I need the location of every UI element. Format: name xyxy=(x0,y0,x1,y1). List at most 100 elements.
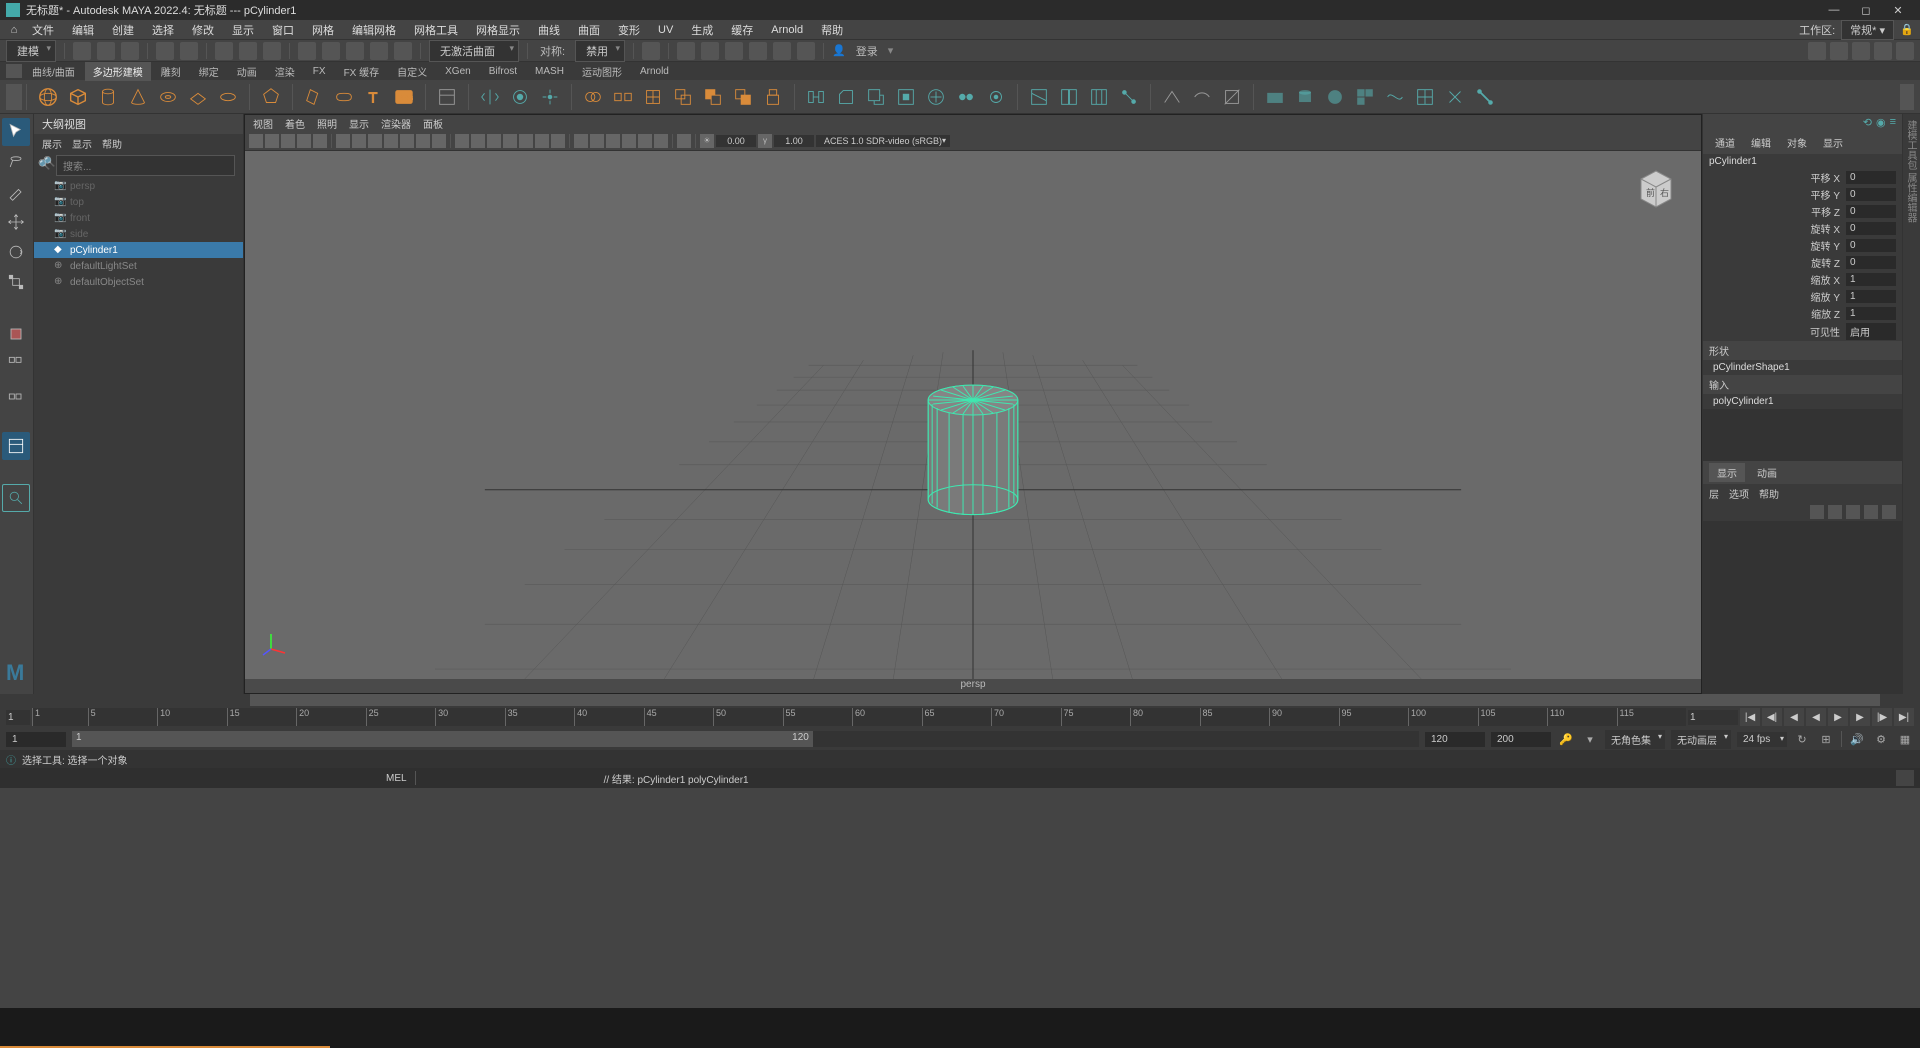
menu-help[interactable]: 帮助 xyxy=(813,20,851,40)
ipr-icon[interactable] xyxy=(701,42,719,60)
cb-tab-channels[interactable]: 通道 xyxy=(1709,133,1741,152)
uv-cylinder-icon[interactable] xyxy=(1292,84,1318,110)
outliner-item-side[interactable]: 📷side xyxy=(34,226,243,242)
range-loop-icon[interactable]: ↻ xyxy=(1793,730,1811,748)
quad-draw-icon[interactable] xyxy=(1219,84,1245,110)
vp-select-camera-icon[interactable] xyxy=(249,134,263,148)
range-track[interactable]: 1 120 xyxy=(72,731,1419,747)
poly-disc-icon[interactable] xyxy=(215,84,241,110)
shelf-editor-icon[interactable] xyxy=(6,84,22,110)
extrude-icon[interactable] xyxy=(760,84,786,110)
paint-select-icon[interactable] xyxy=(263,42,281,60)
vp-image-plane-icon[interactable] xyxy=(297,134,311,148)
light-editor-icon[interactable] xyxy=(773,42,791,60)
vp-wireframe-icon[interactable] xyxy=(455,134,469,148)
symmetry-dropdown[interactable]: 禁用 xyxy=(575,40,625,62)
vp-menu-lighting[interactable]: 照明 xyxy=(317,116,337,131)
snap-plane-icon[interactable] xyxy=(370,42,388,60)
shelf-tab-toggle-icon[interactable] xyxy=(6,64,22,78)
shelf-tab-mash[interactable]: MASH xyxy=(527,64,572,79)
layer-new-empty-icon[interactable] xyxy=(1846,505,1860,519)
poly-torus-icon[interactable] xyxy=(155,84,181,110)
content-browser-icon[interactable] xyxy=(434,84,460,110)
cb-tab-show[interactable]: 显示 xyxy=(1817,133,1849,152)
outliner-menu-display[interactable]: 显示 xyxy=(72,136,92,151)
cb-row-tz[interactable]: 平移 Z0 xyxy=(1703,203,1902,220)
outliner-item-objectset[interactable]: ⊕defaultObjectSet xyxy=(34,274,243,290)
outliner-search-input[interactable]: 搜索... xyxy=(56,155,235,176)
crease-icon[interactable] xyxy=(1159,84,1185,110)
timeline-ruler[interactable]: 1510152025303540455055606570758085909510… xyxy=(32,708,1686,726)
vp-use-all-lights-icon[interactable] xyxy=(487,134,501,148)
vp-textured-icon[interactable] xyxy=(535,134,549,148)
vp-menu-panels[interactable]: 面板 xyxy=(423,116,443,131)
vp-grid-icon[interactable] xyxy=(336,134,350,148)
shelf-tab-fx[interactable]: FX xyxy=(305,64,334,79)
shelf-tab-anim[interactable]: 动画 xyxy=(229,62,265,81)
vp-colorspace-dropdown[interactable]: ACES 1.0 SDR-video (sRGB) xyxy=(816,135,950,147)
vp-gate-mask-icon[interactable] xyxy=(384,134,398,148)
vp-safe-title-icon[interactable] xyxy=(432,134,446,148)
audio-icon[interactable]: 🔊 xyxy=(1848,730,1866,748)
windows-taskbar[interactable] xyxy=(0,1008,1920,1048)
vp-xray-icon[interactable] xyxy=(574,134,588,148)
menu-arnold[interactable]: Arnold xyxy=(763,22,811,38)
poly-sphere-icon[interactable] xyxy=(35,84,61,110)
uv-editor-icon[interactable] xyxy=(1412,84,1438,110)
panel-layout-icon-2[interactable] xyxy=(1830,42,1848,60)
vp-wireframe-on-shaded-icon[interactable] xyxy=(519,134,533,148)
menu-curves[interactable]: 曲线 xyxy=(530,20,568,40)
menuset-dropdown[interactable]: 建模 xyxy=(6,40,56,62)
cb-sync-icon[interactable]: ⟲ xyxy=(1863,116,1872,129)
live-surface-dropdown[interactable]: 无激活曲面 xyxy=(429,40,519,62)
layer-new-selected-icon[interactable] xyxy=(1864,505,1878,519)
uv-contour-icon[interactable] xyxy=(1382,84,1408,110)
cb-input-name[interactable]: polyCylinder1 xyxy=(1703,394,1902,409)
panel-layout-icon-1[interactable] xyxy=(1808,42,1826,60)
shelf-tab-fxcache[interactable]: FX 缓存 xyxy=(336,62,388,81)
vp-menu-view[interactable]: 视图 xyxy=(253,116,273,131)
vp-screen-space-ao-icon[interactable] xyxy=(606,134,620,148)
cb-row-sz[interactable]: 缩放 Z1 xyxy=(1703,305,1902,322)
menu-file[interactable]: 文件 xyxy=(24,20,62,40)
vp-film-gate-icon[interactable] xyxy=(352,134,366,148)
minimize-button[interactable]: — xyxy=(1818,0,1850,20)
combine-icon[interactable] xyxy=(580,84,606,110)
uv-shell-icon[interactable] xyxy=(1472,84,1498,110)
vp-xray-joints-icon[interactable] xyxy=(590,134,604,148)
outliner-item-pcylinder1[interactable]: ◆pCylinder1 xyxy=(34,242,243,258)
fill-hole-icon[interactable] xyxy=(893,84,919,110)
range-key-icon[interactable]: 🔑 xyxy=(1557,730,1575,748)
menu-create[interactable]: 创建 xyxy=(104,20,142,40)
cb-tab-edit[interactable]: 编辑 xyxy=(1745,133,1777,152)
uncrease-icon[interactable] xyxy=(1189,84,1215,110)
maximize-button[interactable]: ◻ xyxy=(1850,0,1882,20)
vp-2d-icon[interactable] xyxy=(313,134,327,148)
lock-icon[interactable]: 🔒 xyxy=(1900,23,1914,37)
cb-row-rz[interactable]: 旋转 Z0 xyxy=(1703,254,1902,271)
timeline-frame-field[interactable]: 1 xyxy=(1688,710,1738,725)
layer-menu-help[interactable]: 帮助 xyxy=(1759,486,1779,501)
uv-auto-icon[interactable] xyxy=(1352,84,1378,110)
uv-planar-icon[interactable] xyxy=(1262,84,1288,110)
step-forward-button[interactable]: ▶ xyxy=(1850,708,1870,726)
poly-plane-icon[interactable] xyxy=(185,84,211,110)
play-forward-button[interactable]: ▶ xyxy=(1828,708,1848,726)
layer-menu-layers[interactable]: 层 xyxy=(1709,486,1719,501)
save-scene-icon[interactable] xyxy=(121,42,139,60)
render-icon[interactable] xyxy=(677,42,695,60)
fps-dropdown[interactable]: 24 fps xyxy=(1737,732,1787,747)
animlayer-dropdown[interactable]: 无动画层 xyxy=(1671,730,1731,749)
uv-cut-icon[interactable] xyxy=(1442,84,1468,110)
vp-isolate-icon[interactable] xyxy=(677,134,691,148)
bool-inter-icon[interactable] xyxy=(730,84,756,110)
separate-icon[interactable] xyxy=(610,84,636,110)
shelf-tab-rigging[interactable]: 绑定 xyxy=(191,62,227,81)
close-button[interactable]: ✕ xyxy=(1882,0,1914,20)
move-tool[interactable] xyxy=(2,208,30,236)
merge-icon[interactable] xyxy=(953,84,979,110)
lasso-icon[interactable] xyxy=(239,42,257,60)
vp-gamma-icon[interactable]: γ xyxy=(758,134,772,148)
menu-select[interactable]: 选择 xyxy=(144,20,182,40)
offset-loop-icon[interactable] xyxy=(1086,84,1112,110)
